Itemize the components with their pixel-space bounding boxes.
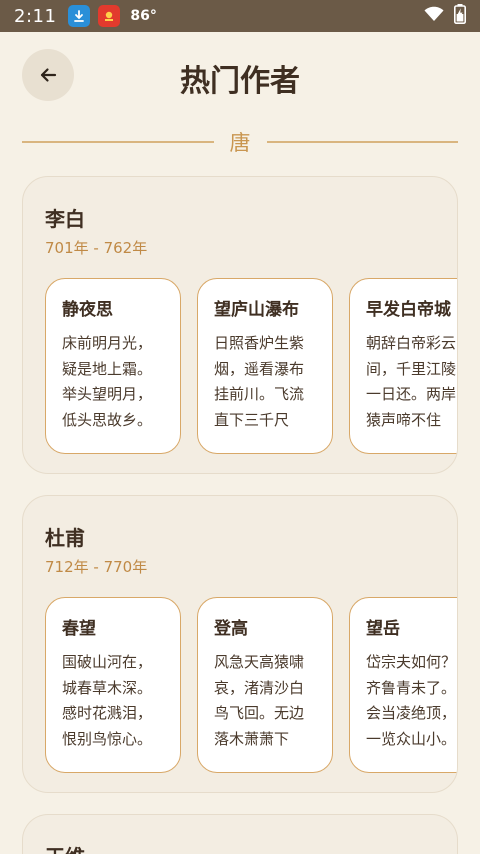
poem-excerpt: 风急天高猿啸哀，渚清沙白鸟飞回。无边落木萧萧下 [214,653,305,748]
poem-card[interactable]: 登高 风急天高猿啸哀，渚清沙白鸟飞回。无边落木萧萧下 [197,597,333,773]
poem-excerpt: 国破山河在，城春草木深。感时花溅泪，恨别鸟惊心。 [62,653,153,748]
poem-title: 望岳 [366,619,400,639]
divider-line-left [22,141,214,143]
poem-card[interactable]: 春望 国破山河在，城春草木深。感时花溅泪，恨别鸟惊心。 [45,597,181,773]
app-notification-icon [98,5,121,27]
poem-excerpt: 朝辞白帝彩云间，千里江陵一日还。两岸猿声啼不住 [366,334,457,429]
status-bar: 2:11 86° [0,0,480,32]
poem-title: 登高 [214,619,248,639]
poem-excerpt: 日照香炉生紫烟，遥看瀑布挂前川。飞流直下三千尺 [214,334,305,429]
author-name: 李白 [45,207,85,231]
divider-line-right [266,141,458,143]
poem-list[interactable]: 春望 国破山河在，城春草木深。感时花溅泪，恨别鸟惊心。 登高 风急天高猿啸哀，渚… [45,597,457,773]
status-temperature: 86° [130,8,157,24]
poem-excerpt: 岱宗夫如何？齐鲁青未了。会当凌绝顶，一览众山小。 [366,653,457,748]
poem-card[interactable]: 早发白帝城 朝辞白帝彩云间，千里江陵一日还。两岸猿声啼不住 [349,278,457,454]
author-card-wang-wei[interactable]: 王维 [22,814,458,854]
battery-icon [454,4,466,28]
wifi-icon [424,6,444,26]
author-card-du-fu[interactable]: 杜甫 712年 - 770年 春望 国破山河在，城春草木深。感时花溅泪，恨别鸟惊… [22,495,458,793]
poem-card[interactable]: 静夜思 床前明月光，疑是地上霜。举头望明月，低头思故乡。 [45,278,181,454]
poem-excerpt: 床前明月光，疑是地上霜。举头望明月，低头思故乡。 [62,334,153,429]
download-icon [68,5,91,27]
poem-title: 望庐山瀑布 [214,300,299,320]
author-name: 王维 [45,841,85,854]
dynasty-label: 唐 [229,131,251,155]
poem-title: 春望 [62,619,96,639]
author-years: 701年 - 762年 [45,239,148,257]
header: 热门作者 [0,32,480,120]
author-name: 杜甫 [45,526,85,550]
author-card-li-bai[interactable]: 李白 701年 - 762年 静夜思 床前明月光，疑是地上霜。举头望明月，低头思… [22,176,458,474]
poem-title: 早发白帝城 [366,300,451,320]
status-time: 2:11 [14,5,57,27]
poem-card[interactable]: 望岳 岱宗夫如何？齐鲁青未了。会当凌绝顶，一览众山小。 [349,597,457,773]
page-title: 热门作者 [180,64,300,99]
poem-list[interactable]: 静夜思 床前明月光，疑是地上霜。举头望明月，低头思故乡。 望庐山瀑布 日照香炉生… [45,278,457,454]
poem-title: 静夜思 [62,300,113,320]
poem-card[interactable]: 望庐山瀑布 日照香炉生紫烟，遥看瀑布挂前川。飞流直下三千尺 [197,278,333,454]
author-years: 712年 - 770年 [45,558,148,576]
dynasty-divider: 唐 [22,124,458,160]
